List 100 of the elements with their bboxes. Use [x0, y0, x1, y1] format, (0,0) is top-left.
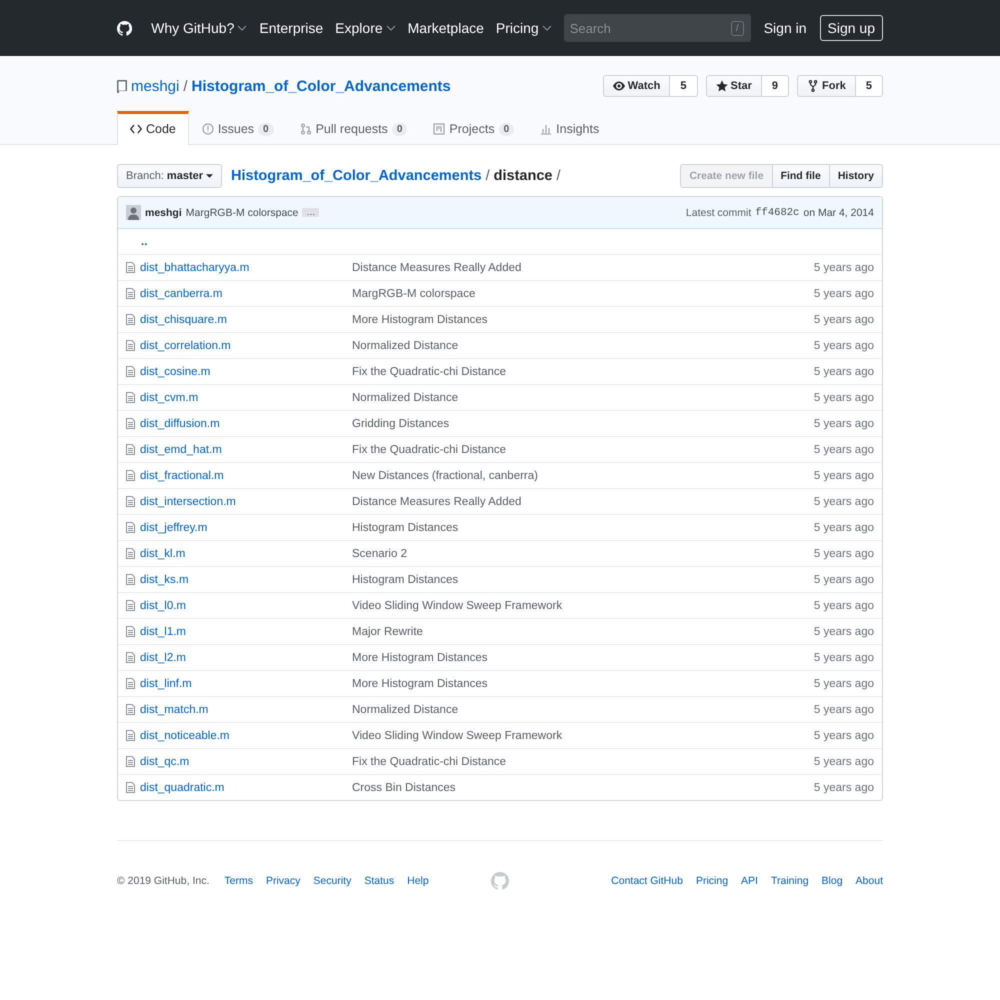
- file-icon: [126, 730, 135, 741]
- commit-message-link[interactable]: More Histogram Distances: [352, 652, 814, 664]
- commit-age: 5 years ago: [814, 678, 874, 690]
- breadcrumb-link[interactable]: Histogram_of_Color_Advancements: [231, 168, 482, 184]
- commit-message[interactable]: MargRGB-M colorspace: [186, 206, 298, 218]
- footer-link[interactable]: Security: [313, 875, 352, 887]
- file-name-link[interactable]: dist_cosine.m: [140, 366, 210, 378]
- file-name-link[interactable]: dist_intersection.m: [140, 496, 236, 508]
- nav-link[interactable]: Explore: [335, 20, 396, 36]
- avatar-icon: [126, 205, 141, 220]
- nav-link[interactable]: Enterprise: [259, 20, 324, 36]
- file-icon: [126, 418, 135, 429]
- footer-link[interactable]: Training: [770, 875, 809, 887]
- footer-link[interactable]: Privacy: [266, 875, 300, 887]
- commit-message-link[interactable]: Histogram Distances: [352, 574, 814, 586]
- social-count[interactable]: 5: [856, 75, 883, 97]
- commit-message-link[interactable]: Histogram Distances: [352, 522, 814, 534]
- commit-age: 5 years ago: [814, 548, 874, 560]
- commit-author[interactable]: meshgi: [145, 206, 182, 218]
- file-name-link[interactable]: dist_l2.m: [140, 652, 186, 664]
- footer-link[interactable]: Status: [364, 875, 394, 887]
- file-name-link[interactable]: dist_diffusion.m: [140, 418, 220, 430]
- commit-message-link[interactable]: Video Sliding Window Sweep Framework: [352, 600, 814, 612]
- star-button[interactable]: Star: [706, 75, 762, 97]
- footer-link[interactable]: Terms: [224, 875, 253, 887]
- file-name-link[interactable]: dist_chisquare.m: [140, 314, 227, 326]
- commit-message-link[interactable]: More Histogram Distances: [352, 314, 814, 326]
- file-name-link[interactable]: dist_bhattacharyya.m: [140, 262, 250, 274]
- commit-message-link[interactable]: Scenario 2: [352, 548, 814, 560]
- social-count[interactable]: 9: [762, 75, 790, 97]
- file-name-link[interactable]: dist_noticeable.m: [140, 730, 230, 742]
- file-icon: [126, 600, 135, 611]
- shortcut-key: /: [730, 21, 744, 36]
- commit-message-link[interactable]: Gridding Distances: [352, 418, 814, 430]
- commit-message-link[interactable]: Distance Measures Really Added: [352, 262, 814, 274]
- commit-sha-link[interactable]: ff4682c: [755, 206, 800, 218]
- owner-link[interactable]: meshgi: [131, 78, 180, 94]
- file-name-link[interactable]: dist_match.m: [140, 704, 208, 716]
- file-name-link[interactable]: dist_canberra.m: [140, 288, 222, 300]
- file-action-button[interactable]: Find file: [772, 164, 830, 188]
- social-count[interactable]: 5: [670, 75, 698, 97]
- commit-message-link[interactable]: Cross Bin Distances: [352, 782, 814, 794]
- repository-tab[interactable]: Insights: [527, 111, 612, 145]
- chevron-down-icon: [386, 25, 396, 31]
- file-name-link[interactable]: dist_linf.m: [140, 678, 192, 690]
- file-name-link[interactable]: dist_kl.m: [140, 548, 186, 560]
- path-separator: /: [486, 168, 490, 184]
- commit-message-link[interactable]: More Histogram Distances: [352, 678, 814, 690]
- footer-link[interactable]: Blog: [822, 875, 843, 887]
- file-name-link[interactable]: dist_quadratic.m: [140, 782, 224, 794]
- parent-directory-link[interactable]: ..: [126, 236, 148, 248]
- commit-message-link[interactable]: Video Sliding Window Sweep Framework: [352, 730, 814, 742]
- commit-message-link[interactable]: Distance Measures Really Added: [352, 496, 814, 508]
- issue-icon: [202, 123, 214, 135]
- watch-button[interactable]: Watch: [602, 75, 670, 97]
- path-separator: /: [183, 78, 188, 94]
- file-name-link[interactable]: dist_qc.m: [140, 756, 190, 768]
- file-name-link[interactable]: dist_jeffrey.m: [140, 522, 208, 534]
- nav-link[interactable]: Why GitHub?: [151, 20, 248, 36]
- commit-message-link[interactable]: Fix the Quadratic-chi Distance: [352, 366, 814, 378]
- file-icon: [126, 678, 135, 689]
- file-icon: [126, 470, 135, 481]
- commit-message-link[interactable]: Normalized Distance: [352, 340, 814, 352]
- sign-in-link[interactable]: Sign in: [764, 20, 807, 36]
- footer-link[interactable]: Pricing: [696, 875, 728, 887]
- commit-message-link[interactable]: Fix the Quadratic-chi Distance: [352, 444, 814, 456]
- branch-selector[interactable]: Branch: master: [117, 164, 222, 188]
- footer-link[interactable]: About: [856, 875, 883, 887]
- repository-tab[interactable]: Issues 0: [188, 111, 287, 145]
- nav-link[interactable]: Pricing: [496, 20, 552, 36]
- repository-tab[interactable]: Code: [117, 111, 189, 145]
- commit-age: 5 years ago: [814, 522, 874, 534]
- file-action-button[interactable]: History: [828, 164, 883, 188]
- commit-message-link[interactable]: Normalized Distance: [352, 392, 814, 404]
- sign-up-button[interactable]: Sign up: [820, 15, 883, 41]
- commit-message-link[interactable]: Fix the Quadratic-chi Distance: [352, 756, 814, 768]
- expand-button[interactable]: …: [302, 208, 320, 217]
- fork-button[interactable]: Fork: [797, 75, 856, 97]
- counter: 0: [392, 122, 408, 136]
- file-name-link[interactable]: dist_correlation.m: [140, 340, 231, 352]
- footer-link[interactable]: Contact GitHub: [611, 875, 683, 887]
- repository-tab[interactable]: Pull requests 0: [286, 111, 420, 145]
- file-name-link[interactable]: dist_l1.m: [140, 626, 186, 638]
- nav-link[interactable]: Marketplace: [408, 20, 484, 36]
- star-icon: [716, 80, 728, 92]
- footer-link[interactable]: Help: [407, 875, 429, 887]
- file-name-link[interactable]: dist_ks.m: [140, 574, 189, 586]
- commit-message-link[interactable]: MargRGB-M colorspace: [352, 288, 814, 300]
- repository-name-link[interactable]: Histogram_of_Color_Advancements: [192, 78, 451, 94]
- file-name-link[interactable]: dist_emd_hat.m: [140, 444, 222, 456]
- file-name-link[interactable]: dist_l0.m: [140, 600, 186, 612]
- file-name-link[interactable]: dist_cvm.m: [140, 392, 198, 404]
- commit-message-link[interactable]: New Distances (fractional, canberra): [352, 470, 814, 482]
- commit-age: 5 years ago: [814, 444, 874, 456]
- eye-icon: [612, 80, 625, 92]
- commit-message-link[interactable]: Normalized Distance: [352, 704, 814, 716]
- commit-message-link[interactable]: Major Rewrite: [352, 626, 814, 638]
- footer-link[interactable]: API: [741, 875, 758, 887]
- file-name-link[interactable]: dist_fractional.m: [140, 470, 224, 482]
- repository-tab[interactable]: Projects 0: [420, 111, 528, 145]
